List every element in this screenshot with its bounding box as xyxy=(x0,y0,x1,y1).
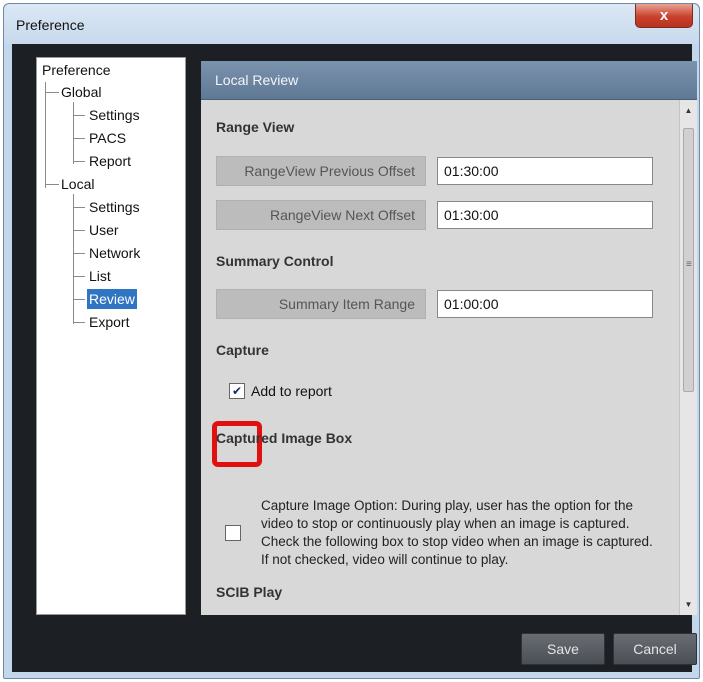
tree-item-export[interactable]: Export xyxy=(89,312,129,332)
tree-item-network[interactable]: Network xyxy=(89,243,140,263)
tree-item-user[interactable]: User xyxy=(89,220,119,240)
panel-title: Local Review xyxy=(215,72,299,88)
tree-line xyxy=(73,276,85,277)
tree-item-local-settings[interactable]: Settings xyxy=(89,197,140,217)
range-view-previous-offset-input[interactable] xyxy=(437,157,653,185)
panel-body: Range View RangeView Previous Offset Ran… xyxy=(201,100,679,615)
panel-scrollbar[interactable]: ▲ ≡ ▼ xyxy=(679,100,697,615)
local-review-panel: Local Review Range View RangeView Previo… xyxy=(201,61,697,615)
scib-play-heading: SCIB Play xyxy=(216,584,283,600)
scroll-down-icon[interactable]: ▼ xyxy=(680,596,697,613)
tree-line xyxy=(73,207,85,208)
client-area: Preference Global Settings PACS Report L… xyxy=(12,44,697,672)
grip-icon: ≡ xyxy=(686,259,692,270)
tree-line xyxy=(73,322,85,323)
preference-tree: Preference Global Settings PACS Report L… xyxy=(36,57,186,615)
tree-line xyxy=(73,115,85,116)
stop-video-checkbox[interactable] xyxy=(225,525,241,541)
tree-line xyxy=(73,138,85,139)
tree-line xyxy=(73,161,85,162)
tree-item-preference[interactable]: Preference xyxy=(42,60,110,80)
close-icon: x xyxy=(659,7,669,24)
tree-item-pacs[interactable]: PACS xyxy=(89,128,126,148)
range-view-next-offset-label: RangeView Next Offset xyxy=(216,200,426,230)
close-button[interactable]: x xyxy=(635,4,693,28)
tree-line xyxy=(45,92,59,93)
cancel-button[interactable]: Cancel xyxy=(613,633,697,665)
title-bar[interactable]: Preference x xyxy=(4,4,699,44)
add-to-report-checkbox[interactable]: ✔ xyxy=(229,383,245,399)
tree-line xyxy=(73,230,85,231)
tree-line xyxy=(45,82,46,188)
tree-item-global-settings[interactable]: Settings xyxy=(89,105,140,125)
tree-item-local[interactable]: Local xyxy=(61,174,94,194)
captured-image-description: Capture Image Option: During play, user … xyxy=(261,498,653,567)
add-to-report-label: Add to report xyxy=(251,383,332,399)
tree-line xyxy=(73,194,74,324)
range-view-next-offset-input[interactable] xyxy=(437,201,653,229)
capture-heading: Capture xyxy=(216,342,269,358)
panel-header: Local Review xyxy=(201,61,697,100)
tree-item-global[interactable]: Global xyxy=(61,82,101,102)
preference-window: Preference x Preference Global Settings xyxy=(3,3,700,679)
tree-line xyxy=(73,299,85,300)
range-view-heading: Range View xyxy=(216,119,295,135)
tree-line xyxy=(73,102,74,164)
summary-item-range-input[interactable] xyxy=(437,290,653,318)
tree-item-review[interactable]: Review xyxy=(87,289,137,309)
scroll-thumb[interactable]: ≡ xyxy=(683,128,694,392)
tree-item-report[interactable]: Report xyxy=(89,151,131,171)
tree-line xyxy=(45,184,59,185)
save-button[interactable]: Save xyxy=(521,633,605,665)
summary-item-range-label: Summary Item Range xyxy=(216,289,426,319)
tree-item-list[interactable]: List xyxy=(89,266,111,286)
check-icon: ✔ xyxy=(231,384,243,398)
captured-image-box-heading: Captured Image Box xyxy=(216,430,353,446)
window-title: Preference xyxy=(16,17,85,33)
range-view-previous-offset-label: RangeView Previous Offset xyxy=(216,156,426,186)
tree-line xyxy=(73,253,85,254)
scroll-up-icon[interactable]: ▲ xyxy=(680,102,697,119)
summary-control-heading: Summary Control xyxy=(216,253,334,269)
